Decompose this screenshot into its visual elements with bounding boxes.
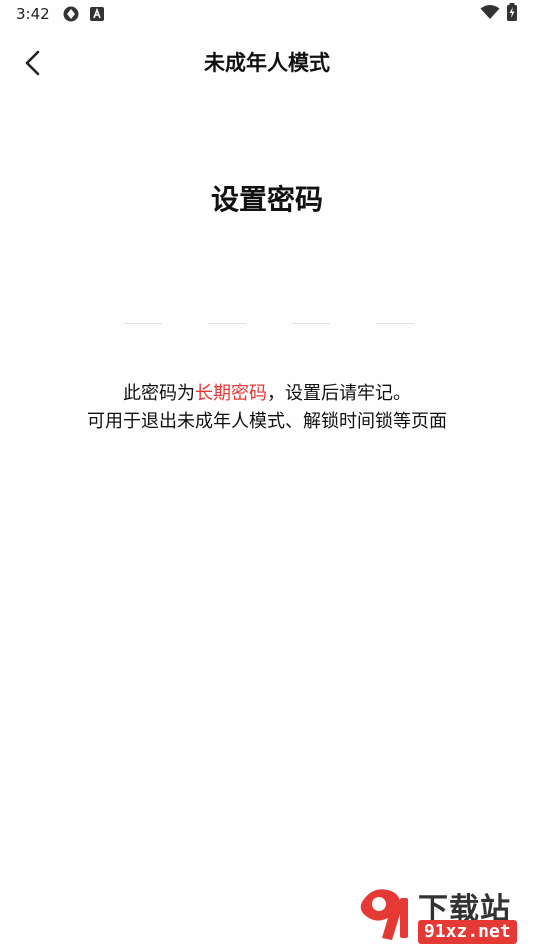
screen: 3:42 未成年人模式 设置密码 此密码为长期密码，设置后请牢记。 可用于退出未… — [0, 0, 534, 950]
watermark-text-bottom: 91xz.net — [418, 920, 517, 944]
notice-highlight: 长期密码 — [195, 383, 267, 404]
page-title: 未成年人模式 — [204, 51, 330, 75]
status-time: 3:42 — [16, 5, 50, 23]
watermark: 下载站 91xz.net — [352, 884, 528, 946]
a-badge-icon — [88, 5, 106, 23]
status-right — [480, 3, 518, 25]
pin-slot-2[interactable] — [208, 300, 246, 324]
sync-icon — [62, 5, 80, 23]
wifi-icon — [480, 4, 500, 24]
back-button[interactable] — [14, 44, 52, 82]
notice-prefix: 此密码为 — [123, 383, 195, 404]
pin-slot-4[interactable] — [376, 300, 414, 324]
battery-charging-icon — [506, 3, 518, 25]
notice-line-2: 可用于退出未成年人模式、解锁时间锁等页面 — [87, 411, 447, 432]
header: 未成年人模式 — [0, 38, 534, 88]
status-bar: 3:42 — [0, 0, 534, 28]
chevron-left-icon — [25, 50, 40, 76]
pin-slot-1[interactable] — [124, 300, 162, 324]
pin-slot-3[interactable] — [292, 300, 330, 324]
pin-input[interactable] — [124, 300, 414, 326]
section-title: 设置密码 — [210, 183, 323, 216]
notice-suffix: ，设置后请牢记。 — [267, 383, 411, 404]
notice-text: 此密码为长期密码，设置后请牢记。 可用于退出未成年人模式、解锁时间锁等页面 — [0, 380, 534, 436]
watermark-logo-icon — [360, 889, 408, 940]
notice-line-1: 此密码为长期密码，设置后请牢记。 — [0, 380, 534, 408]
